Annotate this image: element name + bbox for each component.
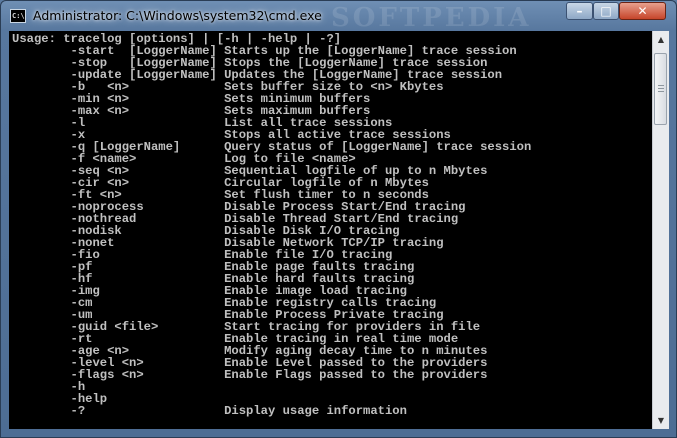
console-line: -noprocess Disable Process Start/End tra… — [12, 200, 466, 214]
maximize-icon: □ — [600, 4, 612, 18]
console-line: -hf Enable hard faults tracing — [12, 272, 415, 286]
console-lines: Usage: tracelog [options] | [-h | -help … — [12, 32, 532, 418]
console-line: -max <n> Sets maximum buffers — [12, 104, 371, 118]
console-line: -nothread Disable Thread Start/End traci… — [12, 212, 459, 226]
console-line: -start [LoggerName] Starts up the [Logge… — [12, 44, 517, 58]
thumb-grip — [658, 88, 664, 89]
console-line: -um Enable Process Private tracing — [12, 308, 444, 322]
console-output[interactable]: Usage: tracelog [options] | [-h | -help … — [9, 31, 652, 429]
console-line: -update [LoggerName] Updates the [Logger… — [12, 68, 503, 82]
console-line: -stop [LoggerName] Stops the [LoggerName… — [12, 56, 488, 70]
console-line: -rt Enable tracing in real time mode — [12, 332, 459, 346]
console-line: -age <n> Modify aging decay time to n mi… — [12, 344, 488, 358]
scroll-down-icon[interactable]: ▼ — [653, 412, 669, 429]
console-line: -flags <n> Enable Flags passed to the pr… — [12, 368, 488, 382]
console-line: -? Display usage information — [12, 404, 407, 418]
console-line: -guid <file> Start tracing for providers… — [12, 320, 481, 334]
minimize-button[interactable]: – — [566, 2, 593, 20]
thumb-grip — [658, 85, 664, 86]
console-line: -ft <n> Set flush timer to n seconds — [12, 188, 429, 202]
console-line: Usage: tracelog [options] | [-h | -help … — [12, 32, 342, 46]
cmd-app-icon[interactable]: C:\ — [10, 9, 26, 23]
title-bar[interactable]: C:\ Administrator: C:\Windows\system32\c… — [1, 1, 676, 33]
maximize-button[interactable]: □ — [593, 2, 619, 20]
thumb-grip — [658, 91, 664, 92]
console-line: -min <n> Sets minimum buffers — [12, 92, 371, 106]
minimize-icon: – — [576, 4, 583, 18]
console-line: -level <n> Enable Level passed to the pr… — [12, 356, 488, 370]
console-line: -l List all trace sessions — [12, 116, 393, 130]
console-line: -pf Enable page faults tracing — [12, 260, 415, 274]
console-line: -q [LoggerName] Query status of [LoggerN… — [12, 140, 532, 154]
scroll-up-icon[interactable]: ▲ — [653, 31, 669, 48]
close-button[interactable]: ✕ — [619, 2, 666, 20]
scroll-thumb[interactable] — [654, 53, 667, 125]
console-line: -x Stops all active trace sessions — [12, 128, 451, 142]
cmd-window: C:\ Administrator: C:\Windows\system32\c… — [0, 0, 677, 438]
console-line: -fio Enable file I/O tracing — [12, 248, 393, 262]
close-icon: ✕ — [637, 4, 648, 18]
console-line: -cm Enable registry calls tracing — [12, 296, 437, 310]
console-line: -help — [12, 392, 108, 406]
console-line: -nonet Disable Network TCP/IP tracing — [12, 236, 444, 250]
vertical-scrollbar[interactable]: ▲ ▼ — [652, 31, 669, 429]
console-line: -seq <n> Sequential logfile of up to n M… — [12, 164, 488, 178]
console-line: -img Enable image load tracing — [12, 284, 407, 298]
softpedia-watermark: SOFTPEDIA — [331, 3, 532, 33]
window-title: Administrator: C:\Windows\system32\cmd.e… — [33, 8, 322, 23]
